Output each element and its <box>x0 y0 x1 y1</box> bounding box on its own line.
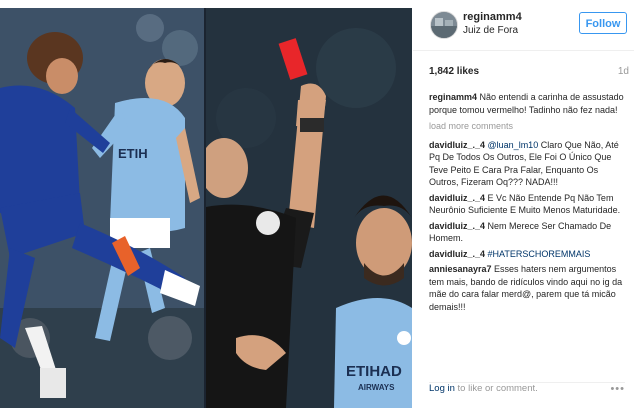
more-options-icon[interactable]: ••• <box>610 383 625 395</box>
tackle-illustration: ETIH <box>0 8 204 408</box>
comment-user[interactable]: anniesanayra7 <box>429 264 494 274</box>
svg-text:AIRWAYS: AIRWAYS <box>358 383 395 392</box>
svg-text:ETIHAD: ETIHAD <box>346 363 402 380</box>
comment-user[interactable]: davidluiz_._4 <box>429 193 488 203</box>
caption: reginamm4 Não entendi a carinha de assus… <box>429 91 625 116</box>
comments-scroll[interactable]: reginamm4 Não entendi a carinha de assus… <box>429 91 625 370</box>
red-card-illustration: ETIHAD AIRWAYS <box>206 8 412 408</box>
follow-button[interactable]: Follow <box>579 12 627 34</box>
comment-user[interactable]: davidluiz_._4 <box>429 249 488 259</box>
comment-item: anniesanayra7 Esses haters nem argumento… <box>429 263 625 313</box>
photo-left-tackle: ETIH <box>0 8 204 408</box>
photo-right-red-card: ETIHAD AIRWAYS <box>206 8 412 408</box>
header-location[interactable]: Juiz de Fora <box>463 25 518 36</box>
post-photo[interactable]: ETIH ETIHAD AIRWAYS <box>0 8 412 408</box>
avatar[interactable] <box>430 11 458 39</box>
comments-section: reginamm4 Não entendi a carinha de assus… <box>429 91 625 370</box>
comment-mention[interactable]: @luan_lm10 <box>488 140 539 150</box>
comment-item: davidluiz_._4 E Vc Não Entende Pq Não Te… <box>429 192 625 217</box>
comment-item: davidluiz_._4 @luan_lm10 Claro Que Não, … <box>429 139 625 189</box>
comment-user[interactable]: davidluiz_._4 <box>429 221 488 231</box>
likes-count[interactable]: 1,842 likes <box>429 66 479 77</box>
header-username[interactable]: reginamm4 <box>463 11 522 23</box>
load-more-comments[interactable]: load more comments <box>429 120 625 133</box>
svg-text:ETIH: ETIH <box>118 146 148 161</box>
post-header: reginamm4 Juiz de Fora Follow <box>413 0 634 51</box>
post-footer: Log in to like or comment. ••• <box>429 382 625 397</box>
post-side-panel: reginamm4 Juiz de Fora Follow 1,842 like… <box>413 0 634 408</box>
comment-user[interactable]: davidluiz_._4 <box>429 140 488 150</box>
post-time[interactable]: 1d <box>618 66 629 77</box>
caption-user[interactable]: reginamm4 <box>429 92 480 102</box>
login-link[interactable]: Log in <box>429 383 455 394</box>
comment-item: davidluiz_._4 Nem Merece Ser Chamado De … <box>429 220 625 245</box>
likes-row: 1,842 likes 1d <box>429 66 629 80</box>
login-suffix: to like or comment. <box>454 383 538 394</box>
comment-item: davidluiz_._4 #HATERSCHOREMMAIS <box>429 248 625 261</box>
comment-hashtag[interactable]: #HATERSCHOREMMAIS <box>488 249 591 259</box>
avatar-image <box>431 12 457 38</box>
